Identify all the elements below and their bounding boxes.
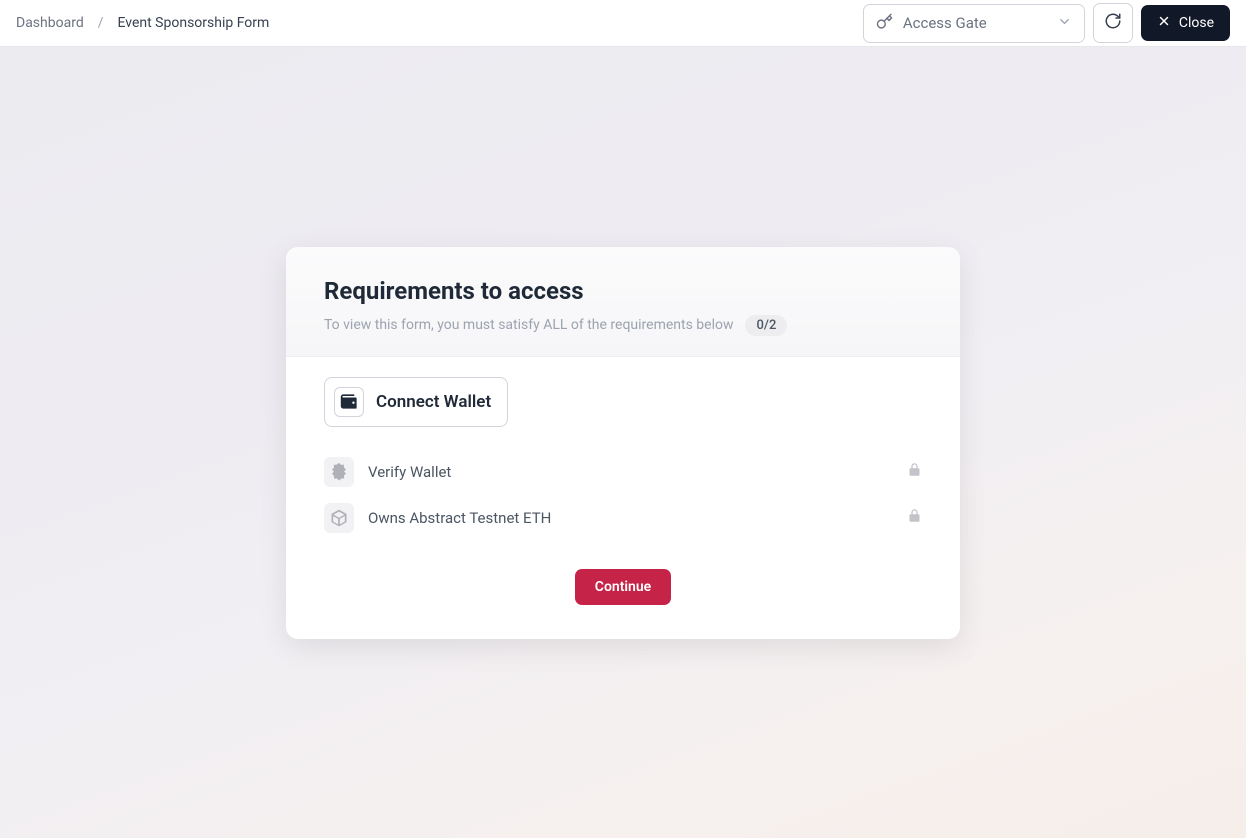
- progress-badge: 0/2: [745, 315, 787, 336]
- requirements-card: Requirements to access To view this form…: [286, 247, 960, 639]
- requirement-label: Owns Abstract Testnet ETH: [368, 509, 893, 527]
- header-actions: Access Gate Close: [863, 3, 1230, 43]
- breadcrumb-separator: /: [98, 15, 104, 31]
- wallet-icon: [334, 387, 364, 417]
- close-button[interactable]: Close: [1141, 5, 1230, 41]
- requirement-item: Verify Wallet: [324, 449, 922, 495]
- breadcrumb-current: Event Sponsorship Form: [118, 15, 270, 31]
- close-label: Close: [1179, 15, 1214, 31]
- access-gate-dropdown[interactable]: Access Gate: [863, 4, 1085, 43]
- verify-badge-icon: [324, 457, 354, 487]
- card-subtitle-row: To view this form, you must satisfy ALL …: [324, 315, 922, 336]
- card-subtitle: To view this form, you must satisfy ALL …: [324, 317, 733, 333]
- connect-wallet-label: Connect Wallet: [376, 392, 491, 412]
- main-area: Requirements to access To view this form…: [0, 47, 1246, 838]
- requirement-list: Verify Wallet Owns Abstract Testnet ETH: [324, 449, 922, 541]
- chevron-down-icon: [1057, 14, 1072, 33]
- refresh-icon: [1104, 12, 1122, 34]
- key-icon: [876, 13, 893, 34]
- breadcrumb-dashboard-link[interactable]: Dashboard: [16, 15, 84, 31]
- lock-icon: [907, 462, 922, 481]
- continue-button[interactable]: Continue: [575, 569, 671, 605]
- cube-icon: [324, 503, 354, 533]
- dropdown-label: Access Gate: [903, 14, 1047, 32]
- breadcrumb: Dashboard / Event Sponsorship Form: [16, 15, 269, 31]
- requirement-item: Owns Abstract Testnet ETH: [324, 495, 922, 541]
- refresh-button[interactable]: [1093, 3, 1133, 43]
- page-header: Dashboard / Event Sponsorship Form Acces…: [0, 0, 1246, 47]
- card-body: Connect Wallet Verify Wallet Owns: [286, 357, 960, 639]
- connect-wallet-button[interactable]: Connect Wallet: [324, 377, 508, 427]
- lock-icon: [907, 508, 922, 527]
- card-title: Requirements to access: [324, 277, 922, 305]
- close-icon: [1157, 14, 1171, 32]
- card-header: Requirements to access To view this form…: [286, 247, 960, 357]
- requirement-label: Verify Wallet: [368, 463, 893, 481]
